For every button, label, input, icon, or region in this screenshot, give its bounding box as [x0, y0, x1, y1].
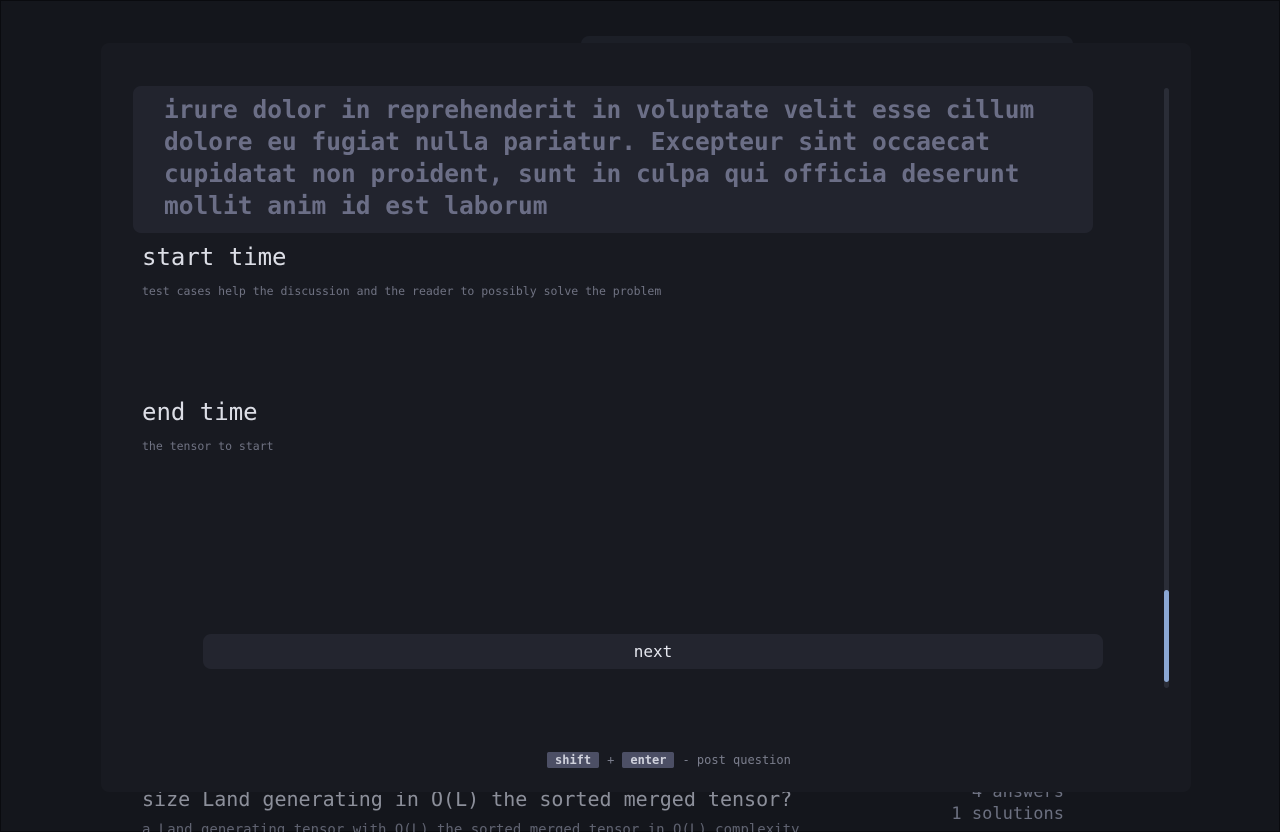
shift-key: shift	[547, 752, 600, 768]
end-time-title: end time	[142, 398, 258, 426]
modal-scrollbar-thumb[interactable]	[1164, 590, 1169, 682]
next-button[interactable]: next	[203, 634, 1103, 669]
shortcut-action: - post question	[682, 753, 791, 767]
enter-key: enter	[622, 752, 675, 768]
question-description-block: irure dolor in reprehenderit in voluptat…	[133, 86, 1093, 233]
start-time-title: start time	[142, 243, 287, 271]
end-time-help: the tensor to start	[142, 439, 274, 453]
modal-scrollbar[interactable]	[1164, 88, 1169, 688]
question-description-text: irure dolor in reprehenderit in voluptat…	[164, 95, 1035, 220]
solutions-count: 1 solutions	[951, 804, 1064, 824]
post-question-modal: irure dolor in reprehenderit in voluptat…	[101, 43, 1191, 792]
plus-sign: +	[607, 753, 615, 767]
shortcut-hint: shift + enter - post question	[547, 752, 791, 768]
start-time-help: test cases help the discussion and the r…	[142, 284, 662, 298]
background-question-subtitle: a Land generating tensor with O(L) the s…	[142, 822, 800, 832]
